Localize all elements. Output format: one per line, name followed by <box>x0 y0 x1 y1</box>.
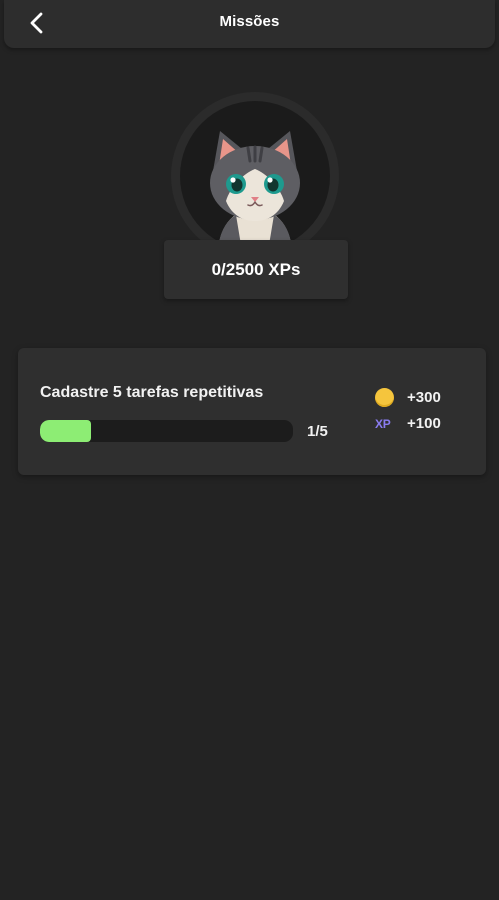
reward-xp-value: +100 <box>407 415 441 432</box>
mission-title: Cadastre 5 tarefas repetitivas <box>40 384 264 401</box>
page-title: Missões <box>219 13 280 30</box>
mission-progress-bar <box>40 420 293 442</box>
xp-icon: XP <box>375 416 391 431</box>
reward-xp: XP +100 <box>375 415 441 432</box>
cat-avatar-icon <box>210 131 300 251</box>
mission-progress-count: 1/5 <box>307 423 328 440</box>
avatar <box>171 92 339 260</box>
reward-coins: +300 <box>375 388 441 407</box>
reward-coins-value: +300 <box>407 389 441 406</box>
mission-card[interactable]: Cadastre 5 tarefas repetitivas 1/5 +300 … <box>18 348 486 475</box>
coin-icon <box>375 388 394 407</box>
top-app-bar: Missões <box>4 0 495 48</box>
xp-counter-text: 0/2500 XPs <box>211 259 301 279</box>
mission-progress-fill <box>40 420 91 442</box>
avatar-frame <box>180 101 330 251</box>
xp-counter: 0/2500 XPs <box>164 240 348 299</box>
